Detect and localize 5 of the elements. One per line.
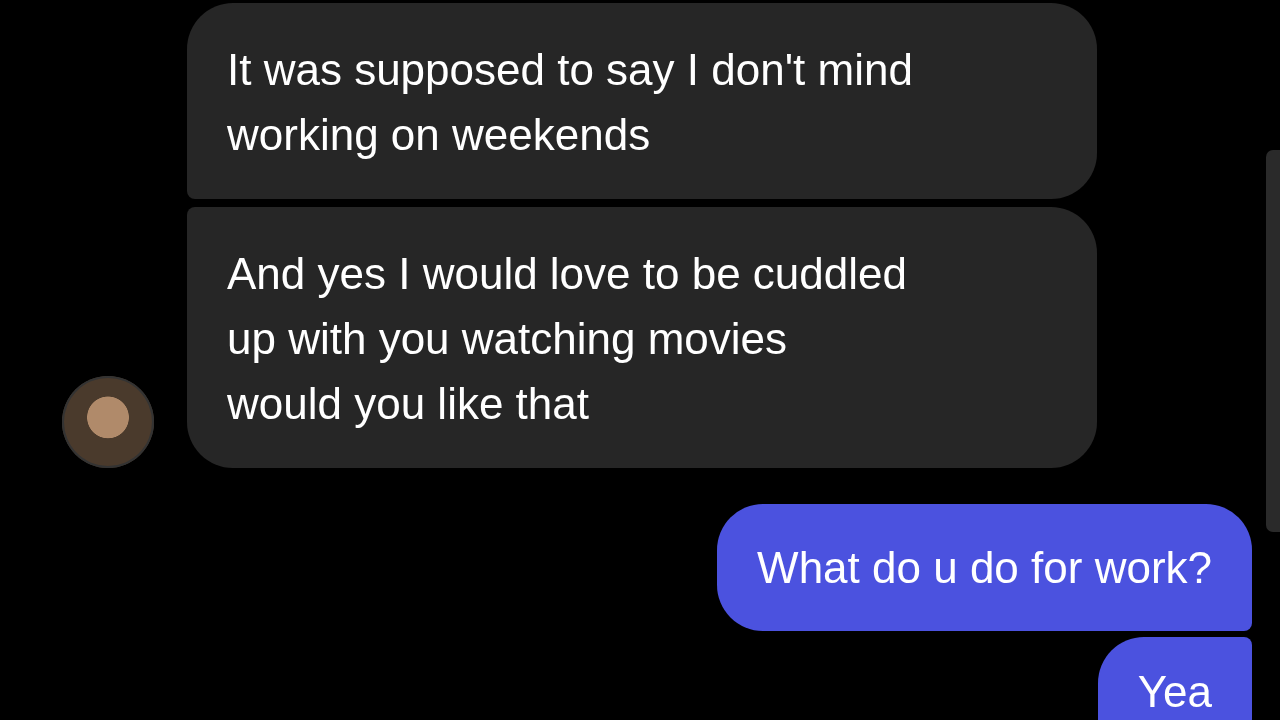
scrollbar[interactable]	[1266, 150, 1280, 532]
message-bubble: What do u do for work?	[717, 504, 1252, 631]
message-bubble: Yea	[1097, 637, 1252, 720]
message-bubble: It was supposed to say I don't mind working on weekends	[187, 3, 1097, 199]
message-bubble: And yes I would love to be cuddled up with you watching movies would you like that	[187, 207, 1097, 468]
